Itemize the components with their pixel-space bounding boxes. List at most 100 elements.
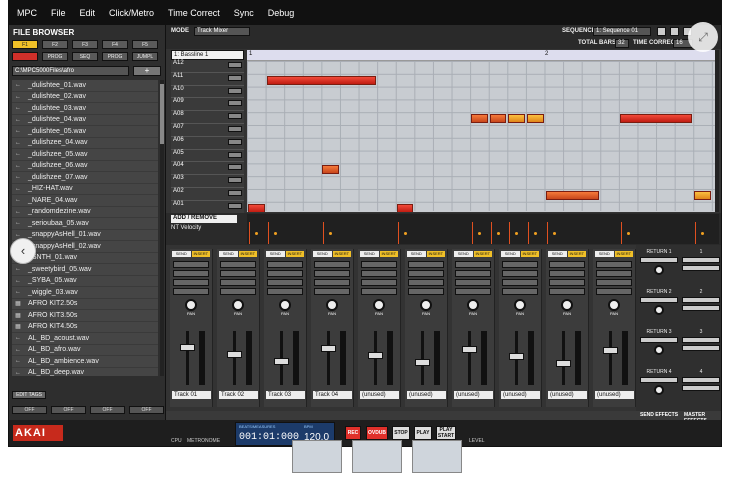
file-list[interactable]: ← _dulishtee_01.wav ← _dulishtee_02.wav ← _du…: [12, 80, 158, 376]
velocity-dot[interactable]: [701, 232, 705, 235]
effect-slot[interactable]: [220, 261, 256, 268]
effect-slot[interactable]: [220, 288, 256, 295]
track-row-a02[interactable]: A02: [171, 187, 244, 201]
effect-slot[interactable]: [173, 288, 209, 295]
prev-arrow-icon[interactable]: ‹: [10, 238, 36, 264]
effect-slot[interactable]: [220, 270, 256, 277]
insert-tab[interactable]: INSERT: [520, 251, 539, 257]
file-list-item[interactable]: ← AL_BD_afro.wav: [12, 345, 158, 356]
velocity-bar[interactable]: [695, 222, 697, 244]
note-block[interactable]: [620, 114, 693, 124]
menu-sync[interactable]: Sync: [234, 8, 254, 18]
mute-solo-buttons[interactable]: [228, 100, 242, 107]
insert-tab[interactable]: INSERT: [238, 251, 257, 257]
thumbnail-3[interactable]: [412, 440, 462, 473]
effect-slot[interactable]: [314, 288, 350, 295]
master-slot[interactable]: [682, 385, 720, 391]
effect-slot[interactable]: [502, 270, 538, 277]
effect-slot[interactable]: [173, 270, 209, 277]
effect-slot[interactable]: [408, 288, 444, 295]
note-block[interactable]: [248, 203, 265, 212]
velocity-bar[interactable]: [472, 222, 474, 244]
velocity-dot[interactable]: [552, 232, 556, 235]
track-row-a05[interactable]: A05: [171, 149, 244, 163]
return-knob[interactable]: [654, 305, 664, 315]
track-select[interactable]: 1: Bassline 1: [171, 50, 244, 60]
mute-solo-buttons[interactable]: [228, 62, 242, 68]
file-filter-jump[interactable]: JUMPL: [132, 52, 158, 61]
track-row-a07[interactable]: A07: [171, 123, 244, 137]
track-row-a12[interactable]: A12: [171, 60, 244, 73]
effect-slot[interactable]: [408, 270, 444, 277]
velocity-bar[interactable]: [528, 222, 529, 244]
note-block[interactable]: [508, 114, 525, 124]
stop-button[interactable]: STOP: [392, 426, 410, 440]
file-list-item[interactable]: ← _HIZ-HAT.wav: [12, 184, 158, 195]
fader-handle[interactable]: [368, 352, 383, 359]
file-list-item[interactable]: ← _SYBA_05.wav: [12, 276, 158, 287]
mute-solo-buttons[interactable]: [228, 189, 242, 196]
note-block[interactable]: [266, 75, 377, 85]
fader-handle[interactable]: [321, 345, 336, 352]
send-tab[interactable]: SEND: [219, 251, 238, 257]
file-filter-red[interactable]: [12, 52, 38, 61]
mode-select[interactable]: Track Mixer: [194, 27, 250, 36]
pan-knob[interactable]: [420, 299, 432, 311]
velocity-dot[interactable]: [329, 232, 333, 235]
expand-icon[interactable]: ⤢: [688, 22, 718, 52]
sequence-select[interactable]: 1: Sequence 01: [593, 27, 651, 36]
tool-icon-1[interactable]: [657, 27, 666, 36]
velocity-bar[interactable]: [546, 222, 548, 244]
pan-knob[interactable]: [514, 299, 526, 311]
file-list-item[interactable]: ← AL_BD_deep.wav: [12, 368, 158, 376]
file-list-item[interactable]: ← _dulishtee_01.wav: [12, 80, 158, 92]
scroll-thumb[interactable]: [160, 84, 164, 144]
mute-solo-buttons[interactable]: [228, 74, 242, 81]
return-knob[interactable]: [654, 265, 664, 275]
return-knob[interactable]: [654, 385, 664, 395]
velocity-dot[interactable]: [478, 232, 482, 235]
thumbnail-1[interactable]: [292, 440, 342, 473]
effect-slot[interactable]: [596, 261, 632, 268]
edit-tags-button[interactable]: EDIT TAGS: [12, 391, 46, 399]
pan-knob[interactable]: [185, 299, 197, 311]
velocity-bar[interactable]: [509, 222, 511, 244]
timeline-ruler[interactable]: 1 2: [247, 50, 719, 61]
mute-solo-buttons[interactable]: [228, 202, 242, 209]
effect-slot[interactable]: [596, 288, 632, 295]
fader-handle[interactable]: [603, 347, 618, 354]
note-block[interactable]: [489, 114, 507, 124]
velocity-dot[interactable]: [403, 232, 407, 235]
insert-tab[interactable]: INSERT: [567, 251, 586, 257]
mute-solo-buttons[interactable]: [228, 125, 242, 132]
pan-knob[interactable]: [279, 299, 291, 311]
insert-tab[interactable]: INSERT: [426, 251, 445, 257]
add-path-button[interactable]: +: [133, 66, 161, 76]
file-list-item[interactable]: ← _dulishtee_03.wav: [12, 103, 158, 115]
return-slot[interactable]: [640, 257, 678, 263]
send-tab[interactable]: SEND: [501, 251, 520, 257]
file-tab-f3[interactable]: F3: [72, 40, 98, 49]
effect-slot[interactable]: [173, 261, 209, 268]
file-list-item[interactable]: ← _serioubaa_05.wav: [12, 218, 158, 230]
file-tab-f4[interactable]: F4: [102, 40, 128, 49]
play-start-button[interactable]: PLAY START: [436, 426, 456, 440]
send-tab[interactable]: SEND: [548, 251, 567, 257]
fader-handle[interactable]: [227, 351, 242, 358]
note-block[interactable]: [694, 191, 711, 200]
add-remove-select[interactable]: ADD / REMOVE: [171, 215, 237, 223]
file-list-item[interactable]: ▦ AFRO KIT4.50s: [12, 322, 158, 333]
velocity-bar[interactable]: [621, 222, 622, 244]
menu-debug[interactable]: Debug: [268, 8, 295, 18]
file-list-item[interactable]: ← AL_BD_ambience.wav: [12, 356, 158, 368]
file-list-scrollbar[interactable]: [160, 80, 164, 376]
return-knob[interactable]: [654, 345, 664, 355]
velocity-dot[interactable]: [273, 232, 277, 235]
fader-handle[interactable]: [462, 346, 477, 353]
effect-slot[interactable]: [361, 261, 397, 268]
effect-slot[interactable]: [549, 261, 585, 268]
track-row-a01[interactable]: A01: [171, 200, 244, 214]
effect-slot[interactable]: [314, 270, 350, 277]
mute-solo-buttons[interactable]: [228, 164, 242, 171]
effect-slot[interactable]: [361, 270, 397, 277]
